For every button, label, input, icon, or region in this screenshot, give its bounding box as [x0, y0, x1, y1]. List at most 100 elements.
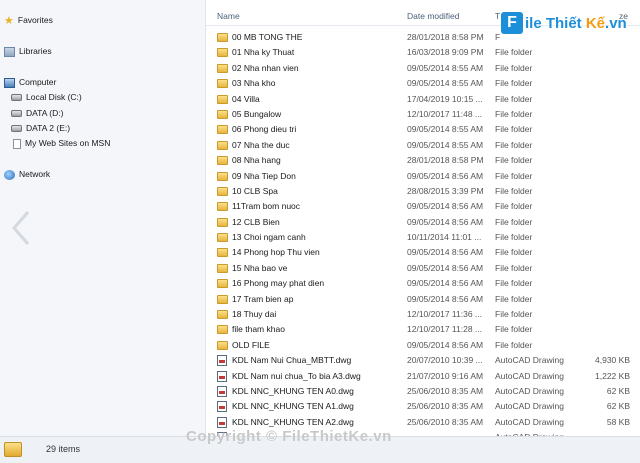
file-date: 28/01/2018 8:58 PM	[407, 32, 484, 42]
file-date: 09/05/2014 8:56 AM	[407, 262, 484, 273]
nav-drive-e[interactable]: DATA 2 (E:)	[11, 121, 70, 135]
computer-icon	[4, 77, 15, 88]
file-row[interactable]: 12 CLB Bien 09/05/2014 8:56 AM File folder	[206, 215, 640, 230]
folder-icon	[217, 140, 228, 150]
file-date: 09/05/2014 8:56 AM	[407, 170, 484, 181]
file-name: 04 Villa	[232, 93, 260, 104]
file-name: 09 Nha Tiep Don	[232, 170, 296, 181]
nav-computer-label: Computer	[19, 77, 57, 87]
folder-icon	[217, 63, 228, 73]
nav-drive-d[interactable]: DATA (D:)	[11, 106, 63, 120]
autocad-file-icon	[217, 370, 227, 382]
nav-msn-sites[interactable]: My Web Sites on MSN	[13, 136, 110, 150]
file-date: 09/05/2014 8:56 AM	[407, 216, 484, 227]
file-name: 18 Thuy dai	[232, 309, 277, 320]
file-type: F	[495, 32, 501, 42]
file-row[interactable]: 17 Tram bien ap 09/05/2014 8:56 AM File fo…	[206, 292, 640, 307]
file-type: File folder	[495, 62, 533, 73]
back-arrow-icon[interactable]	[10, 210, 32, 246]
file-name: KDL NNC_KHUNG TEN A0.dwg	[232, 385, 354, 396]
nav-msn-sites-label: My Web Sites on MSN	[25, 138, 111, 148]
file-row[interactable]: 15 Nha bao ve 09/05/2014 8:56 AM File fold…	[206, 261, 640, 276]
file-name: 13 Choi ngam canh	[232, 232, 306, 243]
file-row[interactable]: 16 Phong may phat dien 09/05/2014 8:56 AM…	[206, 276, 640, 291]
file-date: 12/10/2017 11:28 ...	[407, 324, 482, 335]
file-type: AutoCAD Drawing	[495, 355, 564, 366]
file-date: 09/05/2014 8:56 AM	[407, 293, 484, 304]
folder-icon	[217, 109, 228, 119]
file-row[interactable]: KDL Nam nui chua_To bia A3.dwg 21/07/2010…	[206, 369, 640, 384]
file-date: 09/05/2014 8:55 AM	[407, 139, 484, 150]
file-row[interactable]: 05 Bungalow 12/10/2017 11:48 ... File fold…	[206, 107, 640, 122]
nav-network[interactable]: Network	[4, 167, 50, 181]
file-name: 03 Nha kho	[232, 78, 276, 89]
file-name: 06 Phong dieu tri	[232, 124, 297, 135]
file-row[interactable]: 06 Phong dieu tri 09/05/2014 8:55 AM File …	[206, 122, 640, 137]
file-row[interactable]: 18 Thuy dai 12/10/2017 11:36 ... File fold…	[206, 307, 640, 322]
file-row[interactable]: 07 Nha the duc 09/05/2014 8:55 AM File fol…	[206, 138, 640, 153]
file-date: 20/07/2010 10:39 ...	[407, 355, 483, 366]
file-type: File folder	[495, 293, 533, 304]
file-row[interactable]: 01 Nha ky Thuat 16/03/2018 9:09 PM File fo…	[206, 45, 640, 60]
autocad-file-icon	[217, 416, 227, 428]
file-row[interactable]: OLD FILE 09/05/2014 8:56 AM File folder	[206, 338, 640, 353]
file-name: 11Tram bom nuoc	[232, 201, 301, 212]
file-type: File folder	[495, 201, 533, 212]
file-row[interactable]: 03 Nha kho 09/05/2014 8:55 AM File folder	[206, 76, 640, 91]
file-row[interactable]: 13 Choi ngam canh 10/11/2014 11:01 ... Fil…	[206, 230, 640, 245]
file-size: 62 KB	[606, 401, 630, 412]
file-name: 17 Tram bien ap	[232, 293, 294, 304]
file-name: 08 Nha hang	[232, 155, 281, 166]
file-date: 09/05/2014 8:55 AM	[407, 62, 484, 73]
file-date: 09/05/2014 8:56 AM	[407, 339, 484, 350]
nav-libraries[interactable]: Libraries	[4, 44, 52, 58]
web-page-icon	[13, 138, 21, 149]
file-date: 09/05/2014 8:55 AM	[407, 124, 484, 135]
file-row[interactable]: 14 Phong hop Thu vien 09/05/2014 8:56 AM F…	[206, 245, 640, 260]
nav-computer[interactable]: Computer	[4, 75, 56, 89]
file-row[interactable]: KDL NNC_KHUNG TEN A1.dwg 25/06/2010 8:35 …	[206, 399, 640, 414]
file-row[interactable]: 04 Villa 17/04/2019 10:15 ... File folder	[206, 92, 640, 107]
column-header-name[interactable]: Name	[217, 8, 240, 24]
file-name: 16 Phong may phat dien	[232, 278, 325, 289]
file-name: KDL NNC_KHUNG TEN A1.dwg	[232, 401, 354, 412]
file-row[interactable]: 10 CLB Spa 28/08/2015 3:39 PM File folder	[206, 184, 640, 199]
file-type: File folder	[495, 93, 533, 104]
logo-badge: F	[501, 12, 523, 34]
drive-icon	[11, 125, 22, 133]
nav-favorites[interactable]: ★ Favorites	[4, 13, 53, 27]
file-row[interactable]: KDL NNC_KHUNG TEN A0.dwg 25/06/2010 8:35 …	[206, 384, 640, 399]
file-date: 25/06/2010 8:35 AM	[407, 385, 484, 396]
file-row[interactable]: file tham khao 12/10/2017 11:28 ... File f…	[206, 322, 640, 337]
file-date: 09/05/2014 8:56 AM	[407, 247, 484, 258]
file-row[interactable]: KDL Nam Nui Chua_MBTT.dwg 20/07/2010 10:3…	[206, 353, 640, 368]
folder-icon	[4, 442, 22, 457]
file-date: 17/04/2019 10:15 ...	[407, 93, 483, 104]
file-date: 09/05/2014 8:56 AM	[407, 278, 484, 289]
file-row[interactable]: 11Tram bom nuoc 09/05/2014 8:56 AM File fo…	[206, 199, 640, 214]
file-size: 1,222 KB	[595, 370, 630, 381]
file-name: 14 Phong hop Thu vien	[232, 247, 320, 258]
folder-icon	[217, 340, 228, 350]
file-row[interactable]: 09 Nha Tiep Don 09/05/2014 8:56 AM File fo…	[206, 169, 640, 184]
column-header-date[interactable]: Date modified	[407, 8, 459, 24]
file-size: 62 KB	[606, 385, 630, 396]
folder-icon	[217, 279, 228, 289]
file-type: File folder	[495, 324, 533, 335]
folder-icon	[217, 294, 228, 304]
file-type: AutoCAD Drawing	[495, 385, 564, 396]
folder-icon	[217, 94, 228, 104]
item-count: 29 items	[46, 444, 81, 454]
nav-drive-c-label: Local Disk (C:)	[26, 92, 82, 102]
file-date: 09/05/2014 8:56 AM	[407, 201, 484, 212]
file-type: File folder	[495, 232, 533, 243]
network-icon	[4, 169, 15, 180]
column-header-type[interactable]: T	[495, 8, 500, 24]
file-type: File folder	[495, 170, 533, 181]
folder-icon	[217, 233, 228, 243]
nav-libraries-label: Libraries	[19, 46, 52, 56]
file-type: AutoCAD Drawing	[495, 401, 564, 412]
file-row[interactable]: 02 Nha nhan vien 09/05/2014 8:55 AM File f…	[206, 61, 640, 76]
file-row[interactable]: 08 Nha hang 28/01/2018 8:58 PM File folder	[206, 153, 640, 168]
nav-drive-c[interactable]: Local Disk (C:)	[11, 90, 82, 104]
